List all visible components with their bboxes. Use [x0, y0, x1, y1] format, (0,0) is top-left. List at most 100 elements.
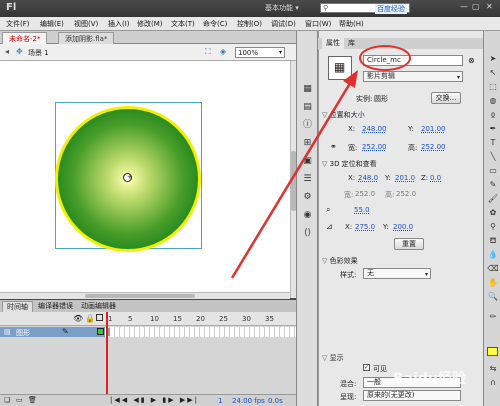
swap-button[interactable]: 交换... — [431, 92, 461, 104]
tab-library[interactable]: 库 — [344, 38, 359, 49]
motion-presets-icon[interactable]: ◉ — [301, 209, 314, 221]
tab-properties[interactable]: 属性 — [322, 38, 344, 49]
edit-symbol-icon[interactable]: ◈ — [220, 47, 226, 56]
color-panel-icon[interactable]: ▦ — [301, 83, 314, 95]
playhead[interactable] — [106, 312, 108, 406]
new-folder-icon[interactable]: ▭ — [16, 396, 23, 404]
fill-color-swatch[interactable] — [487, 347, 498, 356]
frame-number: 35 — [265, 315, 274, 323]
link-dimensions-icon[interactable]: ⚭ — [330, 142, 337, 151]
transform-panel-icon[interactable]: ▣ — [301, 155, 314, 167]
swap-colors-icon[interactable]: ⇆ — [487, 363, 499, 374]
layer-name[interactable]: 图形 — [16, 328, 30, 338]
hand-tool-icon[interactable]: ✋ — [487, 277, 499, 288]
tab-add-shadow[interactable]: 添加阴影.fla* — [58, 32, 115, 44]
swatches-panel-icon[interactable]: ▤ — [301, 101, 314, 113]
chevron-down-icon: ▾ — [424, 271, 428, 278]
lasso-tool-icon[interactable]: ჲ — [487, 109, 499, 120]
minimize-button[interactable]: — — [460, 2, 468, 11]
maximize-button[interactable]: ▢ — [472, 2, 480, 11]
eyedropper-tool-icon[interactable]: 💧 — [487, 249, 499, 260]
close-button[interactable]: ✕ — [486, 2, 493, 11]
menu-command[interactable]: 命令(C) — [203, 19, 227, 29]
menu-text[interactable]: 文本(T) — [171, 19, 195, 29]
edit-scene-icon[interactable]: ⛶ — [205, 47, 211, 57]
3d-z-value[interactable]: 0.0 — [430, 174, 441, 182]
subselection-tool-icon[interactable]: ↖ — [487, 67, 499, 78]
menu-file[interactable]: 文件(F) — [6, 19, 30, 29]
section-position-size[interactable]: 位置和大小 — [322, 110, 365, 120]
settings-icon[interactable]: ⊗ — [468, 56, 475, 65]
scene-label[interactable]: 场景 1 — [28, 48, 49, 58]
frame-rate[interactable]: 24.00 fps — [232, 397, 265, 405]
visible-checkbox[interactable]: ✓ — [363, 364, 370, 371]
lock-icon[interactable]: 🔒 — [85, 314, 95, 323]
outline-icon[interactable] — [96, 314, 103, 321]
width-value[interactable]: 252.00 — [362, 143, 387, 151]
3d-y-value[interactable]: 201.0 — [395, 174, 415, 182]
layer-color-swatch[interactable] — [97, 328, 104, 335]
section-3d-position[interactable]: 3D 定位和查看 — [322, 159, 377, 169]
stage-horizontal-scrollbar[interactable] — [0, 292, 290, 299]
pencil-tool-icon[interactable]: ✎ — [487, 179, 499, 190]
help-search-input[interactable]: ⚲ 百度经验 — [320, 3, 410, 14]
history-panel-icon[interactable]: ☰ — [301, 173, 314, 185]
current-frame[interactable]: 1 — [218, 397, 222, 405]
zoom-select[interactable]: 100% ▾ — [235, 47, 285, 58]
rectangle-tool-icon[interactable]: ▭ — [487, 165, 499, 176]
menu-debug[interactable]: 调试(D) — [271, 19, 296, 29]
layer-row[interactable]: ▤ 图形 ✎ — [0, 327, 105, 337]
scroll-thumb[interactable] — [85, 294, 195, 298]
brush-tool-icon[interactable]: 🖌 — [487, 193, 499, 204]
pen-tool-icon[interactable]: ✒ — [487, 123, 499, 134]
playback-controls[interactable]: |◀◀ ◀▮ ▶ ▮▶ ▶▶| — [110, 396, 199, 404]
info-panel-icon[interactable]: ⓘ — [301, 119, 314, 131]
render-select[interactable]: 原来的(无更改) — [363, 390, 461, 401]
menu-edit[interactable]: 编辑(E) — [40, 19, 64, 29]
section-color-effect[interactable]: 色彩效果 — [322, 256, 358, 266]
bone-tool-icon[interactable]: ⚲ — [487, 221, 499, 232]
3d-x-value[interactable]: 248.0 — [358, 174, 378, 182]
3d-rotation-tool-icon[interactable]: ◍ — [487, 95, 499, 106]
tab-untitled-2[interactable]: 未命名-2* — [2, 32, 48, 44]
line-tool-icon[interactable]: ╲ — [487, 151, 499, 162]
perspective-angle-value[interactable]: 55.0 — [354, 206, 370, 214]
height-value[interactable]: 252.00 — [421, 143, 446, 151]
components-panel-icon[interactable]: ⚙ — [301, 191, 314, 203]
deco-tool-icon[interactable]: ✿ — [487, 207, 499, 218]
delete-layer-icon[interactable]: 🗑 — [28, 396, 37, 404]
reset-button[interactable]: 重置 — [394, 238, 424, 250]
tab-timeline[interactable]: 时间轴 — [2, 301, 33, 312]
frames-row[interactable] — [105, 327, 296, 337]
back-arrow-icon[interactable]: ◂ — [5, 47, 9, 56]
y-value[interactable]: 201.00 — [421, 125, 446, 133]
stroke-color-icon[interactable]: ✏ — [487, 311, 499, 322]
vanishing-y-value[interactable]: 200.0 — [393, 223, 413, 231]
free-transform-tool-icon[interactable]: ⬚ — [487, 81, 499, 92]
selection-tool-icon[interactable]: ➤ — [487, 53, 499, 64]
new-layer-icon[interactable]: ❏ — [4, 396, 10, 404]
menu-modify[interactable]: 修改(M) — [137, 19, 163, 29]
chevron-down-icon: ▾ — [278, 49, 282, 56]
menu-view[interactable]: 视图(V) — [74, 19, 98, 29]
code-snippets-icon[interactable]: ⟨⟩ — [301, 227, 314, 239]
eraser-tool-icon[interactable]: ⌫ — [487, 263, 499, 274]
color-style-select[interactable]: 无 ▾ — [363, 268, 431, 279]
vanishing-x-value[interactable]: 275.0 — [355, 223, 375, 231]
instance-type-select[interactable]: 影片剪辑 ▾ — [363, 71, 463, 82]
tab-compiler-errors[interactable]: 编译器错误 — [34, 301, 77, 312]
eye-icon[interactable]: 👁 — [73, 314, 83, 323]
menu-help[interactable]: 帮助(H) — [339, 19, 364, 29]
paint-bucket-tool-icon[interactable]: ⛾ — [487, 235, 499, 246]
align-panel-icon[interactable]: ⊞ — [301, 137, 314, 149]
tab-motion-editor[interactable]: 动画编辑器 — [77, 301, 120, 312]
x-value[interactable]: 248.00 — [362, 125, 387, 133]
section-display[interactable]: 显示 — [322, 353, 344, 363]
snap-icon[interactable]: ∩ — [487, 377, 499, 388]
text-tool-icon[interactable]: T — [487, 137, 499, 148]
menu-insert[interactable]: 插入(I) — [108, 19, 130, 29]
workspace-switcher[interactable]: 基本功能 ▾ — [265, 3, 299, 13]
menu-window[interactable]: 窗口(W) — [305, 19, 331, 29]
menu-control[interactable]: 控制(O) — [237, 19, 262, 29]
zoom-tool-icon[interactable]: 🔍 — [487, 291, 499, 302]
